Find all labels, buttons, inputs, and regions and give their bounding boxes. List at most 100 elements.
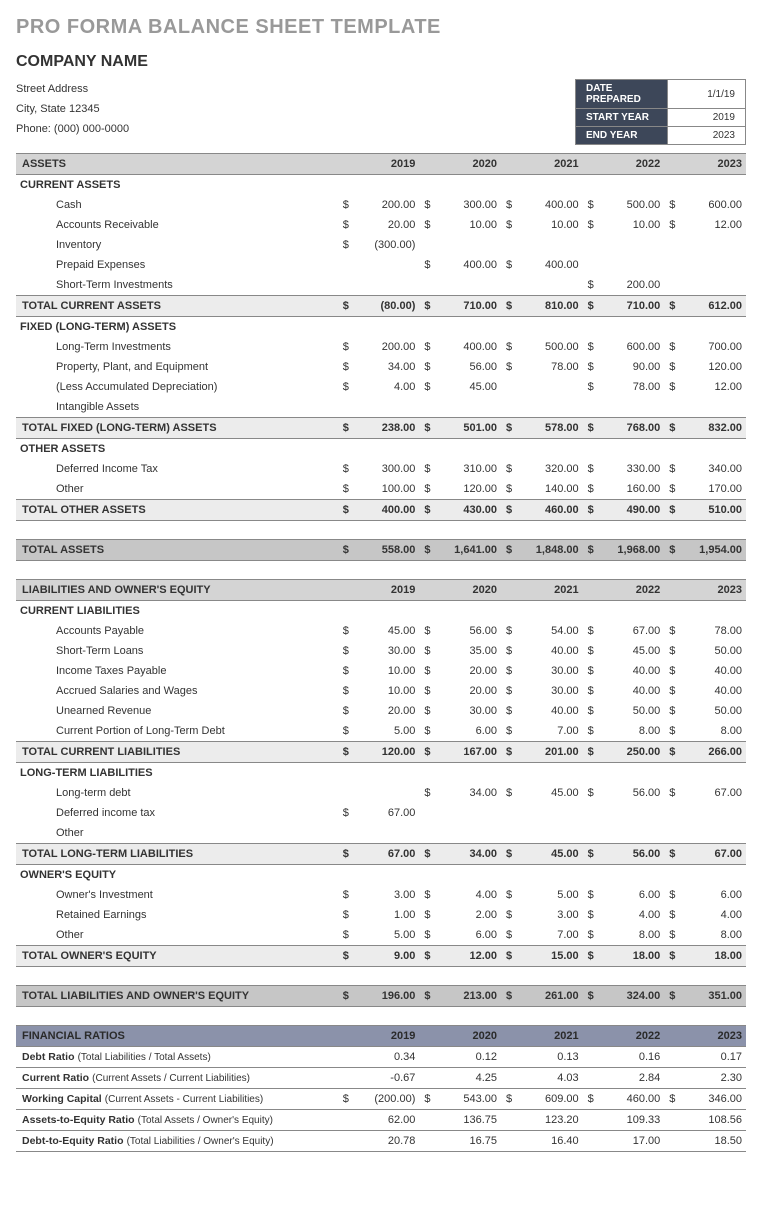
cell-value: 609.00 [516,1089,582,1110]
year-header: 2023 [679,154,746,175]
currency-symbol [664,235,679,255]
cell-value: 400.00 [435,337,501,357]
currency-symbol [338,397,353,418]
start-year-label: START YEAR [576,109,668,127]
currency-symbol [501,1110,516,1131]
cell-value: 600.00 [598,337,664,357]
currency-symbol: $ [419,925,434,946]
cell-value: 200.00 [598,275,664,296]
ratio-row: Working Capital (Current Assets - Curren… [16,1089,338,1110]
cell-value: 578.00 [516,418,582,439]
cell-value: 8.00 [598,721,664,742]
total-label: TOTAL LIABILITIES AND OWNER'S EQUITY [16,986,338,1007]
currency-symbol [338,823,353,844]
ratio-name: Assets-to-Equity Ratio [22,1114,135,1126]
cell-value: 238.00 [353,418,419,439]
currency-symbol [338,1047,353,1068]
cell-value: 1,641.00 [435,540,501,561]
currency-symbol: $ [664,296,679,317]
currency-symbol: $ [583,377,598,397]
currency-symbol [338,783,353,803]
currency-symbol [664,823,679,844]
cell-value: 30.00 [516,661,582,681]
subsection-header: FIXED (LONG-TERM) ASSETS [16,317,338,338]
cell-value: 400.00 [516,195,582,215]
cell-value: 20.00 [435,661,501,681]
cell-value [353,317,419,338]
cell-value [679,601,746,622]
currency-symbol: $ [419,215,434,235]
currency-symbol [664,1131,679,1152]
line-item-label: Income Taxes Payable [16,661,338,681]
cell-value: 18.50 [679,1131,746,1152]
cell-value: 90.00 [598,357,664,377]
currency-symbol: $ [501,540,516,561]
cell-value: 6.00 [598,885,664,905]
currency-symbol: $ [419,986,434,1007]
cell-value: 200.00 [353,195,419,215]
currency-symbol: $ [583,621,598,641]
currency-symbol: $ [664,701,679,721]
year-header: 2020 [435,1026,501,1047]
currency-symbol [338,175,353,196]
cell-value: 45.00 [435,377,501,397]
year-header: 2019 [353,580,419,601]
currency-symbol [501,1068,516,1089]
cell-value: 340.00 [679,459,746,479]
cell-value: 346.00 [679,1089,746,1110]
cell-value: 40.00 [598,681,664,701]
currency-symbol [419,823,434,844]
cell-value [353,275,419,296]
cell-value: 7.00 [516,925,582,946]
ratio-desc: (Total Liabilities / Total Assets) [78,1052,211,1063]
line-item-label: Accrued Salaries and Wages [16,681,338,701]
currency-symbol [583,1068,598,1089]
currency-symbol: $ [338,641,353,661]
currency-symbol: $ [338,925,353,946]
cell-value: 600.00 [679,195,746,215]
cell-value [598,601,664,622]
cell-value: 108.56 [679,1110,746,1131]
year-header: 2019 [353,154,419,175]
currency-symbol: $ [338,721,353,742]
cell-value: 50.00 [679,701,746,721]
currency-symbol: $ [338,337,353,357]
currency-symbol: $ [501,946,516,967]
currency-symbol: $ [419,946,434,967]
currency-symbol [501,865,516,886]
currency-symbol: $ [664,195,679,215]
currency-symbol: $ [664,783,679,803]
currency-symbol: $ [664,621,679,641]
currency-symbol: $ [419,701,434,721]
cell-value [435,397,501,418]
ratio-row: Assets-to-Equity Ratio (Total Assets / O… [16,1110,338,1131]
currency-symbol: $ [501,357,516,377]
cell-value: 67.00 [598,621,664,641]
currency-symbol: $ [501,986,516,1007]
currency-symbol: $ [501,621,516,641]
cell-value: 109.33 [598,1110,664,1131]
line-item-label: Short-Term Investments [16,275,338,296]
cell-value: 0.34 [353,1047,419,1068]
cell-value [353,175,419,196]
cell-value [516,397,582,418]
cell-value: 510.00 [679,500,746,521]
currency-symbol: $ [419,681,434,701]
cell-value: 310.00 [435,459,501,479]
total-label: TOTAL OTHER ASSETS [16,500,338,521]
cell-value [353,439,419,460]
currency-symbol: $ [664,479,679,500]
currency-symbol: $ [583,783,598,803]
currency-symbol: $ [583,986,598,1007]
city-state: City, State 12345 [16,99,100,119]
cell-value [353,255,419,275]
cell-value [598,823,664,844]
currency-symbol: $ [664,418,679,439]
currency-symbol [583,1110,598,1131]
currency-symbol: $ [583,296,598,317]
cell-value: 67.00 [353,844,419,865]
cell-value: 16.75 [435,1131,501,1152]
currency-symbol [664,317,679,338]
year-header: 2021 [516,580,582,601]
year-header: 2020 [435,154,501,175]
